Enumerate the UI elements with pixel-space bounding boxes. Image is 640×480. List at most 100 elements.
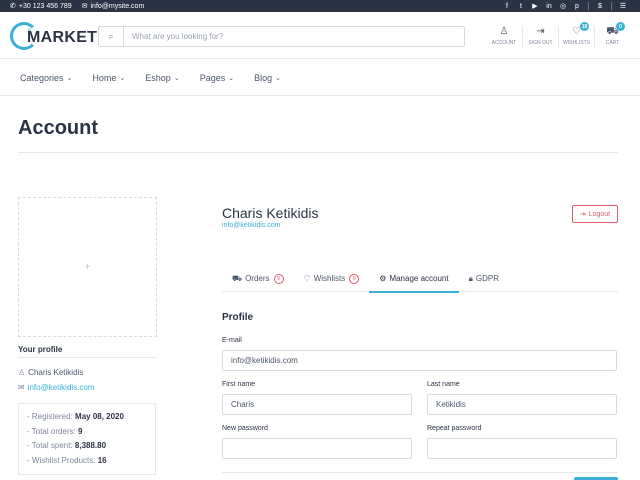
- search-input[interactable]: [124, 27, 464, 46]
- repeat-password-label: Repeat password: [427, 425, 482, 432]
- sidebar-email[interactable]: ✉ info@ketikidis.com: [18, 383, 95, 392]
- stat-value: 9: [77, 426, 83, 436]
- gear-icon: ⚙: [379, 274, 387, 283]
- account-tabs: ⛟ Orders 9 ♡ Wishlists 9 ⚙ Manage accoun…: [222, 265, 618, 293]
- nav-item-label: Categories: [20, 72, 64, 83]
- wishlist-count-badge: 18: [580, 22, 589, 31]
- last-name-field[interactable]: [427, 394, 617, 415]
- account-stats: - Registered: May 08, 2020 - Total order…: [18, 403, 156, 475]
- wishlists-count-badge: 9: [349, 273, 360, 284]
- tab-orders[interactable]: ⛟ Orders 9: [222, 265, 294, 292]
- sidebar-email-text: info@ketikidis.com: [27, 383, 95, 392]
- search-bar: ⌕: [98, 26, 465, 47]
- stat-wishlist-products: - Wishlist Products: 16: [27, 454, 147, 469]
- site-logo[interactable]: e MARKET: [10, 22, 97, 50]
- account-button[interactable]: ♙ ACCOUNT: [486, 26, 522, 48]
- chevron-down-icon: ⌄: [173, 74, 180, 82]
- stat-value: 16: [97, 455, 107, 465]
- form-divider: [222, 472, 618, 473]
- nav-item-eshop[interactable]: Eshop ⌄: [145, 73, 179, 83]
- logout-label: Logout: [588, 210, 611, 218]
- stat-value: May 08, 2020: [75, 412, 124, 421]
- main-nav: Categories ⌄ Home ⌄ Eshop ⌄ Pages ⌄ Blog…: [0, 60, 640, 96]
- sign-out-button[interactable]: ⇥ SIGN OUT: [522, 26, 558, 48]
- chevron-down-icon: ⌄: [228, 74, 235, 82]
- tab-label: Wishlists: [313, 274, 346, 283]
- lock-icon: 🔒︎: [468, 273, 473, 283]
- nav-item-label: Eshop: [145, 72, 171, 83]
- tab-label: Manage account: [389, 274, 449, 283]
- stat-value: 8,388.80: [74, 441, 107, 450]
- instagram-icon[interactable]: ◎: [556, 2, 570, 10]
- wishlists-label: WISHLISTS: [563, 40, 590, 46]
- topbar-email[interactable]: ✉ info@mysite.com: [81, 2, 145, 11]
- title-divider: [18, 152, 618, 153]
- facebook-icon[interactable]: f: [500, 3, 514, 10]
- youtube-icon[interactable]: ▶: [528, 2, 542, 10]
- new-password-label: New password: [222, 425, 268, 432]
- tab-wishlists[interactable]: ♡ Wishlists 9: [294, 265, 370, 292]
- user-icon: ♙: [499, 26, 509, 37]
- tab-manage-account[interactable]: ⚙ Manage account: [369, 265, 459, 293]
- envelope-icon: ✉: [81, 3, 88, 10]
- tab-label: Orders: [245, 274, 270, 283]
- nav-item-home[interactable]: Home ⌄: [92, 73, 125, 83]
- stat-total-orders: - Total orders: 9: [27, 425, 147, 440]
- currency-selector[interactable]: $: [593, 3, 607, 10]
- cart-button[interactable]: ⛟ 0 CART: [594, 22, 630, 48]
- orders-count-badge: 9: [273, 273, 284, 284]
- avatar-upload[interactable]: +: [18, 197, 157, 337]
- profile-name: Charis Ketikidis: [222, 205, 319, 221]
- cart-count-badge: 0: [616, 22, 625, 31]
- cart-label: CART: [605, 40, 620, 46]
- chevron-down-icon: ⌄: [66, 74, 73, 82]
- pinterest-icon[interactable]: p: [570, 3, 584, 10]
- phone-text: +30 123 456 789: [18, 2, 72, 10]
- sidebar-name-text: Charis Ketikidis: [28, 368, 84, 377]
- menu-icon[interactable]: ☰: [616, 2, 630, 10]
- cart-icon: ⛟: [232, 273, 243, 283]
- repeat-password-field[interactable]: [427, 438, 617, 459]
- twitter-icon[interactable]: t: [514, 3, 528, 10]
- email-label: E-mail: [222, 337, 242, 344]
- chevron-down-icon: ⌄: [119, 74, 126, 82]
- email-field[interactable]: [222, 350, 617, 371]
- nav-item-blog[interactable]: Blog ⌄: [254, 73, 281, 83]
- nav-item-pages[interactable]: Pages ⌄: [200, 73, 234, 83]
- topbar-phone[interactable]: ✆ +30 123 456 789: [10, 2, 72, 11]
- your-profile-heading: Your profile: [18, 345, 63, 354]
- linkedin-icon[interactable]: in: [542, 3, 556, 10]
- new-password-field[interactable]: [222, 438, 412, 459]
- social-links: f t ▶ in ◎ p $ ☰: [500, 2, 630, 10]
- account-label: ACCOUNT: [491, 40, 517, 46]
- nav-item-label: Pages: [199, 72, 226, 83]
- envelope-icon: ✉: [18, 383, 25, 392]
- wishlists-button[interactable]: ♡ 18 WISHLISTS: [558, 22, 594, 48]
- email-text: info@mysite.com: [90, 2, 145, 10]
- chevron-down-icon: ⌄: [275, 74, 281, 82]
- tab-label: GDPR: [475, 274, 499, 283]
- logout-button[interactable]: ⇥ Logout: [572, 205, 618, 223]
- stat-label: - Total orders:: [27, 426, 78, 436]
- phone-icon: ✆: [10, 3, 16, 10]
- page-title: Account: [18, 117, 98, 139]
- profile-section-title: Profile: [222, 312, 254, 323]
- first-name-field[interactable]: [222, 394, 412, 415]
- nav-item-label: Blog: [254, 72, 273, 83]
- tab-gdpr[interactable]: 🔒︎ GDPR: [459, 265, 509, 292]
- nav-item-label: Home: [92, 72, 117, 83]
- sign-out-icon: ⇥: [536, 26, 545, 37]
- search-icon[interactable]: ⌕: [99, 27, 124, 46]
- profile-email[interactable]: info@ketikidis.com: [222, 222, 280, 229]
- stat-label: - Registered:: [27, 412, 76, 421]
- first-name-label: First name: [222, 381, 256, 388]
- stat-registered: - Registered: May 08, 2020: [27, 410, 147, 425]
- sign-out-label: SIGN OUT: [528, 40, 553, 46]
- plus-icon: +: [84, 261, 91, 273]
- stat-label: - Total spent:: [27, 441, 75, 450]
- site-header: e MARKET ⌕ ♙ ACCOUNT ⇥ SIGN OUT ♡ 18 WIS…: [0, 12, 640, 59]
- nav-item-categories[interactable]: Categories ⌄: [20, 73, 72, 83]
- top-bar: ✆ +30 123 456 789 ✉ info@mysite.com f t …: [0, 0, 640, 12]
- sidebar-name: ♙ Charis Ketikidis: [18, 368, 83, 377]
- logout-icon: ⇥: [579, 211, 586, 218]
